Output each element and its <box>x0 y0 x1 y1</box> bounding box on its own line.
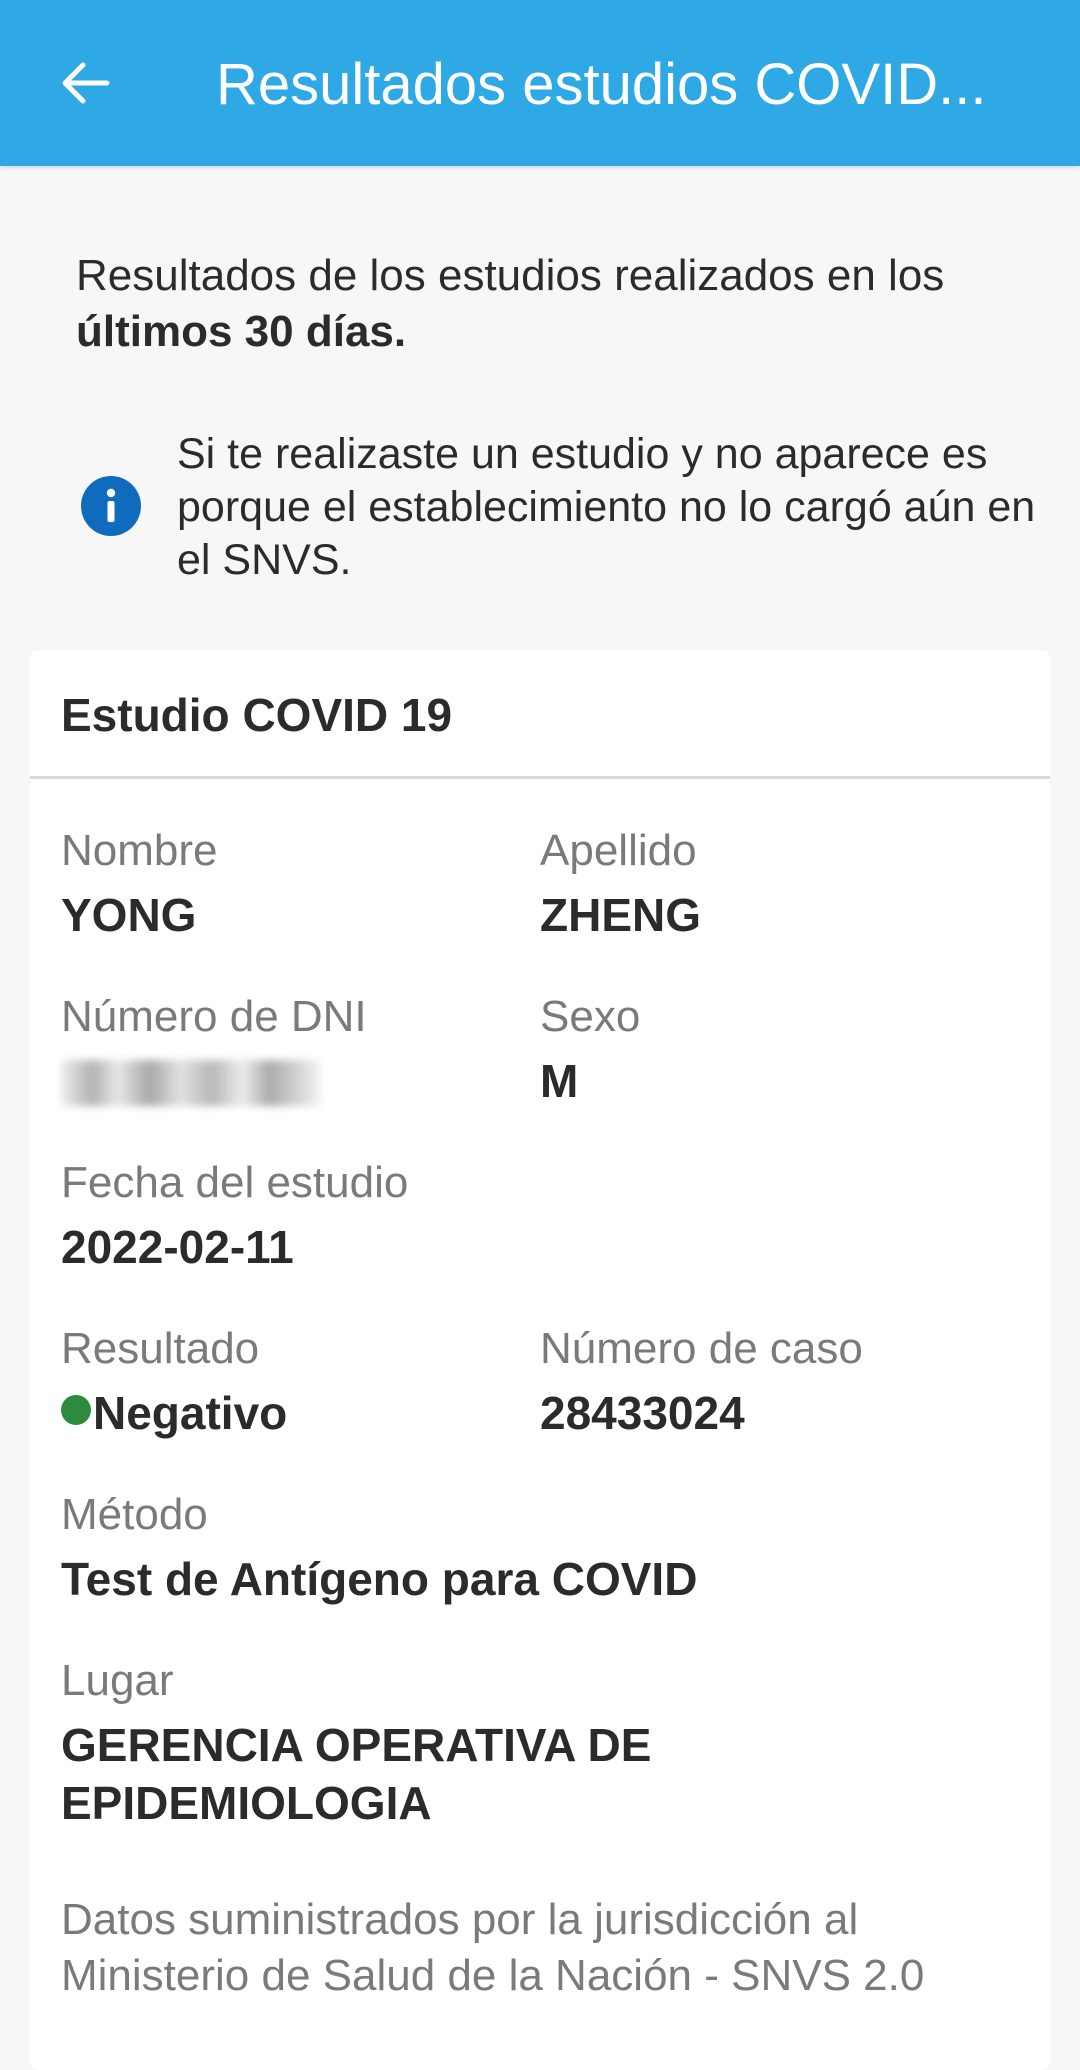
nombre-label: Nombre <box>61 826 218 875</box>
status-dot-icon <box>61 1395 91 1425</box>
caso-value: 28433024 <box>540 1387 745 1439</box>
lugar-value: GERENCIA OPERATIVA DE EPIDEMIOLOGIA <box>61 1719 652 1829</box>
resultado-label: Resultado <box>61 1324 260 1373</box>
intro-text: Resultados de los estudios realizados en… <box>76 248 976 360</box>
intro-text-emphasis: últimos 30 días. <box>76 307 407 356</box>
card-header: Estudio COVID 19 <box>30 650 1050 779</box>
info-notice-text: Si te realizaste un estudio y no aparece… <box>177 430 1036 584</box>
nombre-value: YONG <box>61 889 197 941</box>
resultado-value: Negativo <box>93 1387 288 1439</box>
data-source-note: Datos suministrados por la jurisdicción … <box>61 1895 925 2000</box>
page-title: Resultados estudios COVID... <box>216 52 987 117</box>
apellido-value: ZHENG <box>540 889 701 941</box>
field-sexo: Sexo M <box>540 988 640 1110</box>
metodo-label: Método <box>61 1490 208 1539</box>
field-dni: Número de DNI <box>61 988 367 1111</box>
field-metodo: Método Test de Antígeno para COVID <box>61 1486 1021 1608</box>
intro-text-prefix: Resultados de los estudios realizados en… <box>76 251 945 300</box>
metodo-value: Test de Antígeno para COVID <box>61 1553 698 1605</box>
back-button[interactable] <box>42 40 128 126</box>
caso-label: Número de caso <box>540 1324 863 1373</box>
fecha-label: Fecha del estudio <box>61 1158 409 1207</box>
field-apellido: Apellido ZHENG <box>540 822 701 944</box>
dni-label: Número de DNI <box>61 992 367 1041</box>
lugar-label: Lugar <box>61 1656 174 1705</box>
study-card: Estudio COVID 19 Nombre YONG Apellido ZH… <box>30 650 1050 2070</box>
field-lugar: Lugar GERENCIA OPERATIVA DE EPIDEMIOLOGI… <box>61 1652 761 1832</box>
resultado-value-row: Negativo <box>61 1384 287 1442</box>
apellido-label: Apellido <box>540 826 697 875</box>
dni-value-redacted <box>61 1060 321 1106</box>
field-fecha: Fecha del estudio 2022-02-11 <box>61 1154 408 1276</box>
card-title: Estudio COVID 19 <box>61 689 453 741</box>
app-bar: Resultados estudios COVID... <box>0 0 1080 166</box>
field-resultado: Resultado Negativo <box>61 1320 287 1442</box>
arrow-left-icon <box>62 62 110 104</box>
sexo-value: M <box>540 1055 579 1107</box>
field-nombre: Nombre YONG <box>61 822 218 944</box>
info-icon <box>81 476 141 536</box>
sexo-label: Sexo <box>540 992 641 1041</box>
field-caso: Número de caso 28433024 <box>540 1320 863 1442</box>
fecha-value: 2022-02-11 <box>61 1221 294 1273</box>
